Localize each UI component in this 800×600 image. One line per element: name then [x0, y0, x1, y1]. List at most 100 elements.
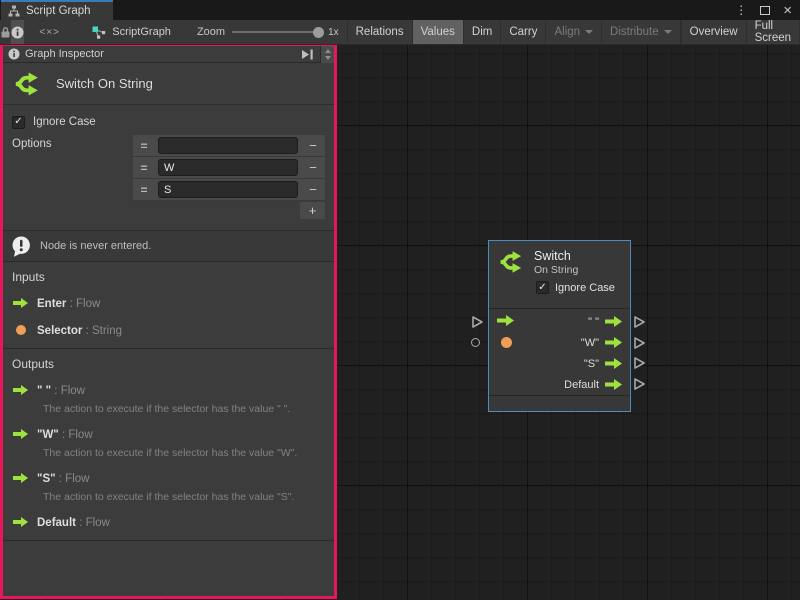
carry-button[interactable]: Carry: [500, 20, 545, 44]
ignore-case-checkbox[interactable]: ✓: [12, 116, 25, 129]
add-option-button[interactable]: +: [300, 202, 325, 219]
output-port-row: "S" : Flow: [13, 469, 325, 487]
node-selector-input-port[interactable]: [501, 337, 512, 348]
window-controls: ⋮ ×: [735, 0, 792, 20]
lock-icon: [0, 26, 11, 39]
graph-inspector-panel: Graph Inspector Switch On String: [0, 45, 337, 599]
node-title: Switch: [534, 249, 578, 264]
inputs-title: Inputs: [12, 270, 325, 284]
option-value-input[interactable]: [158, 181, 298, 198]
output-port-row: Default : Flow: [13, 513, 325, 531]
inspector-toggle-button[interactable]: [11, 20, 24, 44]
switch-icon: [13, 69, 43, 99]
spinner-up-icon[interactable]: [325, 49, 331, 53]
port-description: The action to execute if the selector ha…: [43, 403, 325, 416]
spinner-down-icon[interactable]: [325, 56, 331, 60]
warning-bubble-icon: [11, 236, 32, 257]
values-button[interactable]: Values: [412, 20, 463, 44]
option-value-input[interactable]: [158, 159, 298, 176]
overview-button[interactable]: Overview: [681, 20, 746, 44]
node-ports: " " "W" "S" Default: [489, 308, 630, 396]
inspector-node-title-block: Switch On String: [3, 63, 334, 105]
outputs-section: Outputs " " : Flow The action to execute…: [3, 349, 334, 540]
flow-arrow-icon: [605, 379, 622, 390]
flow-arrow-icon: [13, 517, 28, 527]
lock-button[interactable]: [0, 20, 11, 44]
option-value-input[interactable]: [158, 137, 298, 154]
tab-title: Script Graph: [26, 5, 91, 17]
inspector-fields: ✓ Ignore Case Options = − =: [3, 105, 334, 230]
dim-button[interactable]: Dim: [463, 20, 500, 44]
align-dropdown[interactable]: Align: [545, 20, 601, 44]
zoom-slider-handle[interactable]: [313, 27, 324, 38]
close-icon[interactable]: ×: [783, 3, 792, 18]
external-output-port-2[interactable]: [633, 336, 646, 350]
node-output-row[interactable]: Default: [564, 374, 622, 395]
titlebar: Script Graph ⋮ ×: [0, 0, 800, 20]
port-description: The action to execute if the selector ha…: [43, 491, 325, 504]
window-menu-icon[interactable]: ⋮: [735, 4, 747, 16]
script-graph-window: Script Graph ⋮ × <×>: [0, 0, 800, 600]
node-ignore-case-label: Ignore Case: [555, 282, 615, 294]
maximize-icon[interactable]: [760, 6, 770, 15]
external-output-port-3[interactable]: [633, 356, 646, 370]
node-subtitle: On String: [534, 264, 578, 277]
switch-on-string-node[interactable]: Switch On String ✓ Ignore Case " ": [488, 240, 631, 412]
remove-option-button[interactable]: −: [301, 135, 325, 156]
external-value-input-port[interactable]: [471, 338, 480, 347]
graph-name-label: ScriptGraph: [112, 26, 171, 38]
flow-arrow-icon: [13, 473, 28, 483]
tab-script-graph[interactable]: Script Graph: [1, 0, 113, 20]
flow-arrow-icon: [605, 337, 622, 348]
node-output-row[interactable]: " ": [588, 311, 622, 332]
flow-arrow-icon: [605, 358, 622, 369]
option-row: = −: [133, 157, 325, 179]
info-icon: [11, 26, 24, 39]
external-flow-input-port[interactable]: [471, 315, 484, 329]
option-row: = −: [133, 135, 325, 157]
script-graph-icon: [92, 26, 106, 39]
external-output-port-1[interactable]: [633, 315, 646, 329]
inspector-node-title: Switch On String: [56, 76, 153, 91]
inspector-title: Graph Inspector: [25, 48, 104, 60]
warning-bar: Node is never entered.: [3, 230, 334, 262]
outputs-title: Outputs: [12, 357, 325, 371]
output-port-row: " " : Flow: [13, 381, 325, 399]
external-output-port-4[interactable]: [633, 377, 646, 391]
dock-panel-icon[interactable]: [301, 49, 314, 60]
chevron-down-icon: [585, 30, 593, 34]
options-label: Options: [12, 135, 52, 150]
node-flow-input-port[interactable]: [497, 315, 514, 326]
port-description: The action to execute if the selector ha…: [43, 447, 325, 460]
node-header[interactable]: Switch On String ✓ Ignore Case: [489, 241, 630, 308]
chevron-down-icon: [664, 30, 672, 34]
toolbar: <×> ScriptGraph Zoom 1x Relations Values…: [0, 20, 800, 45]
inspector-header: Graph Inspector: [3, 46, 334, 63]
distribute-dropdown[interactable]: Distribute: [601, 20, 681, 44]
remove-option-button[interactable]: −: [301, 179, 325, 200]
flow-arrow-icon: [13, 429, 28, 439]
relations-button[interactable]: Relations: [347, 20, 412, 44]
option-row: = −: [133, 179, 325, 201]
inputs-section: Inputs Enter : Flow Selector : String: [3, 262, 334, 348]
flow-arrow-icon: [605, 316, 622, 327]
input-port-row: Selector : String: [13, 321, 325, 339]
full-screen-button[interactable]: Full Screen: [746, 20, 800, 44]
output-port-row: "W" : Flow: [13, 425, 325, 443]
code-view-button[interactable]: <×>: [39, 20, 60, 44]
panel-scroll-spinner[interactable]: [320, 46, 334, 63]
drag-handle-icon[interactable]: =: [133, 179, 155, 200]
drag-handle-icon[interactable]: =: [133, 157, 155, 178]
inspector-empty-area: [3, 541, 334, 596]
options-list: = − = − = −: [133, 135, 325, 219]
toolbar-right-group: Overview Full Screen: [681, 20, 800, 44]
node-output-row[interactable]: "S": [584, 353, 622, 374]
remove-option-button[interactable]: −: [301, 157, 325, 178]
toolbar-button-group: Relations Values Dim Carry Align Distrib…: [347, 20, 681, 44]
drag-handle-icon[interactable]: =: [133, 135, 155, 156]
node-output-row[interactable]: "W": [581, 332, 622, 353]
zoom-slider[interactable]: [232, 31, 320, 33]
zoom-control: Zoom 1x: [197, 20, 339, 44]
node-ignore-case-checkbox[interactable]: ✓: [536, 281, 549, 294]
flow-arrow-icon: [13, 298, 28, 308]
